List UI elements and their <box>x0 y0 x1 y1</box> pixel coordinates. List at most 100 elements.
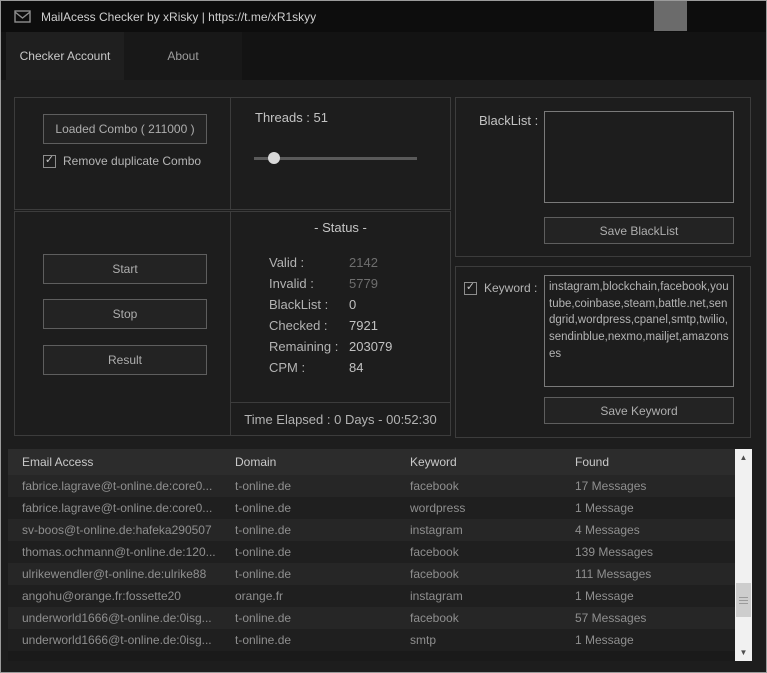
table-cell: t-online.de <box>221 567 396 581</box>
save-blacklist-button[interactable]: Save BlackList <box>544 217 734 244</box>
table-cell: underworld1666@t-online.de:0isg... <box>8 633 221 647</box>
status-row: BlackList :0 <box>269 294 440 315</box>
check-icon: ✓ <box>45 155 54 166</box>
remove-duplicate-checkbox[interactable]: ✓ <box>43 155 56 168</box>
status-separator <box>231 402 450 403</box>
time-elapsed: Time Elapsed : 0 Days - 00:52:30 <box>231 412 450 427</box>
status-label: BlackList : <box>269 297 349 312</box>
results-scrollbar[interactable]: ▲ ▼ <box>735 449 752 661</box>
status-value: 0 <box>349 297 356 312</box>
table-cell: facebook <box>396 479 561 493</box>
table-cell: angohu@orange.fr:fossette20 <box>8 589 221 603</box>
status-value: 84 <box>349 360 363 375</box>
results-header: Email AccessDomainKeywordFound <box>8 449 735 475</box>
table-cell: ulrikewendler@t-online.de:ulrike88 <box>8 567 221 581</box>
actions-groupbox: Start Stop Result <box>14 211 231 436</box>
titlebar[interactable]: MailAcess Checker by xRisky | https://t.… <box>1 1 766 32</box>
keyword-groupbox: ✓ Keyword : instagram,blockchain,faceboo… <box>455 266 751 438</box>
table-cell: 139 Messages <box>561 545 735 559</box>
table-cell: smtp <box>396 633 561 647</box>
combo-groupbox: Loaded Combo ( 211000 ) ✓ Remove duplica… <box>14 97 231 210</box>
status-row: Remaining :203079 <box>269 336 440 357</box>
table-row[interactable]: ulrikewendler@t-online.de:ulrike88t-onli… <box>8 563 735 585</box>
table-cell: 111 Messages <box>561 567 735 581</box>
remove-duplicate-label: Remove duplicate Combo <box>63 154 201 168</box>
table-cell: fabrice.lagrave@t-online.de:core0... <box>8 479 221 493</box>
scrollbar-grip-icon <box>739 596 748 604</box>
table-cell: 1 Message <box>561 501 735 515</box>
app-window: MailAcess Checker by xRisky | https://t.… <box>0 0 767 673</box>
results-rows: fabrice.lagrave@t-online.de:core0...t-on… <box>8 475 735 651</box>
table-row[interactable]: underworld1666@t-online.de:0isg...t-onli… <box>8 607 735 629</box>
status-row: CPM :84 <box>269 357 440 378</box>
column-header[interactable]: Email Access <box>8 455 221 469</box>
table-cell: thomas.ochmann@t-online.de:120... <box>8 545 221 559</box>
threads-groupbox: Threads : 51 <box>230 97 451 210</box>
status-row: Checked :7921 <box>269 315 440 336</box>
threads-slider[interactable] <box>254 151 417 165</box>
tab-checker-account[interactable]: Checker Account <box>6 32 124 80</box>
blacklist-label: BlackList : <box>479 113 538 128</box>
status-label: CPM : <box>269 360 349 375</box>
table-cell: 1 Message <box>561 633 735 647</box>
table-cell: t-online.de <box>221 501 396 515</box>
status-title: - Status - <box>231 220 450 235</box>
result-button[interactable]: Result <box>43 345 207 375</box>
status-label: Remaining : <box>269 339 349 354</box>
scroll-down-icon[interactable]: ▼ <box>735 644 752 661</box>
keyword-row: ✓ Keyword : <box>464 281 537 295</box>
status-value: 203079 <box>349 339 392 354</box>
status-row: Valid :2142 <box>269 252 440 273</box>
table-cell: fabrice.lagrave@t-online.de:core0... <box>8 501 221 515</box>
tab-bar: Checker Account About <box>1 32 766 80</box>
table-cell: 1 Message <box>561 589 735 603</box>
table-cell: wordpress <box>396 501 561 515</box>
keyword-textarea[interactable]: instagram,blockchain,facebook,youtube,co… <box>544 275 734 387</box>
keyword-checkbox[interactable]: ✓ <box>464 282 477 295</box>
table-cell: 4 Messages <box>561 523 735 537</box>
status-value: 2142 <box>349 255 378 270</box>
tab-about[interactable]: About <box>124 32 242 80</box>
status-row: Invalid :5779 <box>269 273 440 294</box>
table-row[interactable]: sv-boos@t-online.de:hafeka290507t-online… <box>8 519 735 541</box>
table-cell: orange.fr <box>221 589 396 603</box>
column-header[interactable]: Domain <box>221 455 396 469</box>
save-keyword-button[interactable]: Save Keyword <box>544 397 734 424</box>
status-label: Invalid : <box>269 276 349 291</box>
table-cell: t-online.de <box>221 479 396 493</box>
blacklist-textarea[interactable] <box>544 111 734 203</box>
scroll-up-icon[interactable]: ▲ <box>735 449 752 466</box>
remove-duplicate-row: ✓ Remove duplicate Combo <box>43 154 201 168</box>
checker-panel: Loaded Combo ( 211000 ) ✓ Remove duplica… <box>1 80 766 672</box>
stop-button[interactable]: Stop <box>43 299 207 329</box>
check-icon: ✓ <box>466 282 475 293</box>
status-value: 7921 <box>349 318 378 333</box>
column-header[interactable]: Found <box>561 455 735 469</box>
scrollbar-thumb[interactable] <box>736 583 751 617</box>
table-row[interactable]: angohu@orange.fr:fossette20orange.frinst… <box>8 585 735 607</box>
table-row[interactable]: fabrice.lagrave@t-online.de:core0...t-on… <box>8 497 735 519</box>
table-row[interactable]: fabrice.lagrave@t-online.de:core0...t-on… <box>8 475 735 497</box>
status-rows: Valid :2142Invalid :5779BlackList :0Chec… <box>269 252 440 378</box>
start-button[interactable]: Start <box>43 254 207 284</box>
status-groupbox: - Status - Valid :2142Invalid :5779Black… <box>230 211 451 436</box>
loaded-combo-button[interactable]: Loaded Combo ( 211000 ) <box>43 114 207 144</box>
table-cell: underworld1666@t-online.de:0isg... <box>8 611 221 625</box>
status-label: Checked : <box>269 318 349 333</box>
table-row[interactable]: underworld1666@t-online.de:0isg...t-onli… <box>8 629 735 651</box>
table-cell: facebook <box>396 567 561 581</box>
table-cell: t-online.de <box>221 523 396 537</box>
table-row[interactable]: thomas.ochmann@t-online.de:120...t-onlin… <box>8 541 735 563</box>
threads-label: Threads : 51 <box>255 110 328 125</box>
table-cell: instagram <box>396 589 561 603</box>
table-cell: facebook <box>396 545 561 559</box>
table-cell: 57 Messages <box>561 611 735 625</box>
table-cell: facebook <box>396 611 561 625</box>
table-cell: instagram <box>396 523 561 537</box>
window-title: MailAcess Checker by xRisky | https://t.… <box>41 10 316 24</box>
column-header[interactable]: Keyword <box>396 455 561 469</box>
table-cell: t-online.de <box>221 611 396 625</box>
window-control-button[interactable] <box>654 1 687 31</box>
blacklist-groupbox: BlackList : Save BlackList <box>455 97 751 257</box>
threads-slider-thumb[interactable] <box>268 152 280 164</box>
